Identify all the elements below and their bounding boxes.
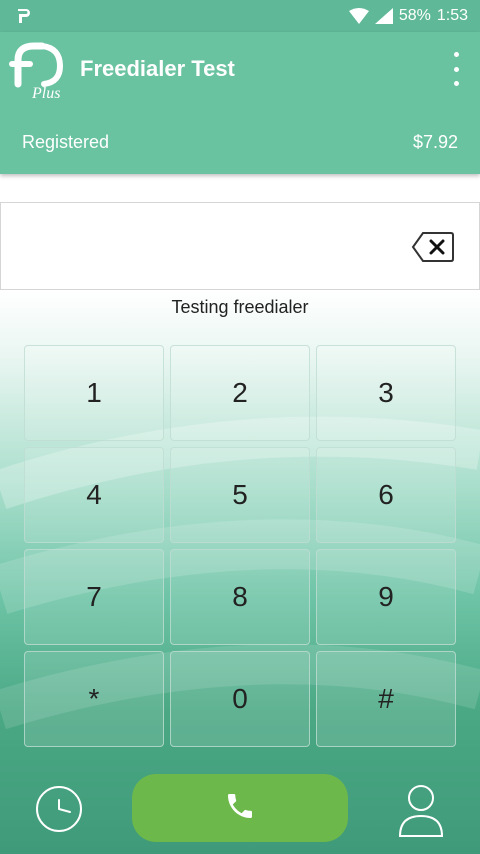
dial-keypad: 1 2 3 4 5 6 7 8 9 * 0 # xyxy=(24,345,456,750)
freedialer-logo: Plus xyxy=(8,40,70,102)
logo-text: Plus xyxy=(31,85,60,102)
status-indicators: 58% 1:53 xyxy=(348,7,468,25)
key-1[interactable]: 1 xyxy=(24,345,164,441)
app-title: Freedialer Test xyxy=(80,56,235,81)
more-vert-icon[interactable] xyxy=(448,52,464,86)
backspace-icon[interactable] xyxy=(411,231,455,263)
app-bar: Plus Freedialer Test Registered $7.92 xyxy=(0,32,480,174)
clock-time: 1:53 xyxy=(436,7,468,24)
clock-icon[interactable] xyxy=(34,784,84,834)
key-7[interactable]: 7 xyxy=(24,549,164,645)
key-2[interactable]: 2 xyxy=(170,345,310,441)
person-icon[interactable] xyxy=(398,782,444,838)
key-4[interactable]: 4 xyxy=(24,447,164,543)
signal-icon xyxy=(374,8,393,24)
battery-level: 58% xyxy=(398,7,431,24)
key-9[interactable]: 9 xyxy=(316,549,456,645)
status-bar: 58% 1:53 xyxy=(0,0,480,32)
key-3[interactable]: 3 xyxy=(316,345,456,441)
key-5[interactable]: 5 xyxy=(170,447,310,543)
call-button[interactable] xyxy=(132,774,348,842)
phone-icon xyxy=(224,790,256,827)
key-hash[interactable]: # xyxy=(316,651,456,747)
key-star[interactable]: * xyxy=(24,651,164,747)
app-notification-icon xyxy=(14,6,34,26)
wifi-icon xyxy=(348,8,369,24)
key-6[interactable]: 6 xyxy=(316,447,456,543)
key-8[interactable]: 8 xyxy=(170,549,310,645)
key-0[interactable]: 0 xyxy=(170,651,310,747)
account-balance: $7.92 xyxy=(412,132,458,152)
caller-label: Testing freedialer xyxy=(171,297,309,317)
registration-status: Registered xyxy=(22,132,110,152)
number-input[interactable] xyxy=(0,202,480,290)
